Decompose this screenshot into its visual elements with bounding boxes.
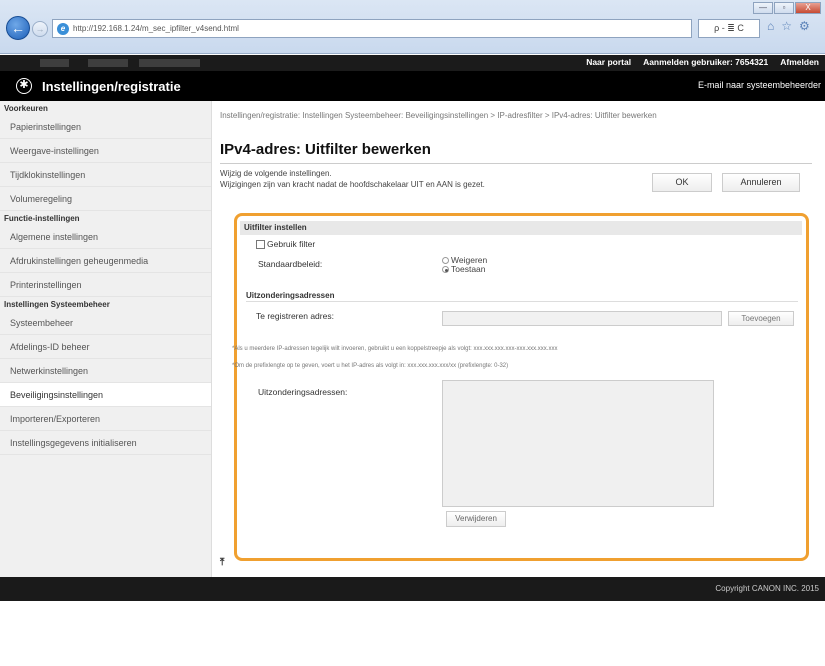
breadcrumb: Instellingen/registratie: Instellingen S… [220, 111, 657, 120]
favorites-star-icon[interactable]: ☆ [781, 19, 792, 33]
mail-admin-link[interactable]: E-mail naar systeembeheerder [698, 80, 821, 90]
logout-link[interactable]: Afmelden [780, 57, 819, 67]
page-title: IPv4-adres: Uitfilter bewerken [220, 141, 431, 158]
app-header: ✱ Instellingen/registratie E-mail naar s… [0, 71, 825, 101]
intro-line-2: Wijzigingen zijn van kracht nadat de hoo… [220, 180, 485, 189]
title-divider [220, 163, 812, 164]
top-strip: Naar portal Aanmelden gebruiker: 7654321… [0, 55, 825, 71]
cancel-button[interactable]: Annuleren [722, 173, 800, 192]
login-user-text: Aanmelden gebruiker: 7654321 [643, 57, 769, 67]
sidebar-item-printer[interactable]: Printerinstellingen [0, 273, 211, 297]
exceptions-subheader: Uitzonderingsadressen [246, 291, 335, 300]
sidebar-item-import-export[interactable]: Importeren/Exporteren [0, 407, 211, 431]
address-bar[interactable]: e http://192.168.1.24/m_sec_ipfilter_v4s… [52, 19, 692, 38]
add-button[interactable]: Toevoegen [728, 311, 794, 326]
sidebar-item-algemeen[interactable]: Algemene instellingen [0, 225, 211, 249]
maximize-button[interactable]: ▫ [774, 2, 794, 14]
sidebar-item-tijdklok[interactable]: Tijdklokinstellingen [0, 163, 211, 187]
app-title: Instellingen/registratie [42, 79, 181, 94]
sidebar-item-weergave[interactable]: Weergave-instellingen [0, 139, 211, 163]
back-arrow-icon[interactable]: ← [6, 16, 30, 40]
intro-text: Wijzig de volgende instellingen. Wijzigi… [220, 168, 485, 190]
sidebar-item-afdruk-geheugenmedia[interactable]: Afdrukinstellingen geheugenmedia [0, 249, 211, 273]
exceptions-divider [246, 301, 798, 302]
settings-gear-icon[interactable]: ⚙ [799, 19, 810, 33]
settings-icon: ✱ [16, 78, 32, 94]
ie-logo-icon: e [57, 23, 69, 35]
sidebar-item-netwerk[interactable]: Netwerkinstellingen [0, 359, 211, 383]
delete-button[interactable]: Verwijderen [446, 511, 506, 527]
ok-button[interactable]: OK [652, 173, 712, 192]
register-address-label: Te registreren adres: [256, 311, 334, 321]
main-content: Instellingen/registratie: Instellingen S… [212, 101, 825, 577]
default-policy-options: Weigeren Toestaan [442, 256, 487, 274]
default-policy-label: Standaardbeleid: [258, 259, 323, 269]
range-note: *Als u meerdere IP-adressen tegelijk wil… [232, 346, 558, 352]
use-filter-label: Gebruik filter [267, 239, 316, 249]
policy-option-toestaan[interactable]: Toestaan [442, 265, 487, 274]
sidebar-item-volume[interactable]: Volumeregeling [0, 187, 211, 211]
browser-icons: ⌂ ☆ ⚙ [767, 19, 810, 33]
sidebar-item-beveiliging[interactable]: Beveiligingsinstellingen [0, 383, 211, 407]
back-to-top-icon[interactable]: ⤒ [220, 557, 224, 568]
checkbox-box[interactable] [256, 239, 265, 249]
product-logo [40, 59, 200, 67]
copyright-text: Copyright CANON INC. 2015 [715, 584, 819, 593]
url-text: http://192.168.1.24/m_sec_ipfilter_v4sen… [73, 24, 239, 33]
radio-weigeren[interactable] [442, 257, 449, 265]
sidebar-item-afdelings-id[interactable]: Afdelings-ID beheer [0, 335, 211, 359]
minimize-button[interactable]: — [753, 2, 773, 14]
register-address-input[interactable] [442, 311, 722, 326]
footer: Copyright CANON INC. 2015 [0, 577, 825, 601]
sidebar-item-systeembeheer[interactable]: Systeembeheer [0, 311, 211, 335]
radio-toestaan[interactable] [442, 266, 449, 274]
exceptions-list-label: Uitzonderingsadressen: [258, 387, 348, 397]
forward-arrow-icon[interactable]: → [32, 21, 48, 37]
sidebar-section-title: Functie-instellingen [4, 214, 80, 223]
intro-line-1: Wijzig de volgende instellingen. [220, 169, 332, 178]
portal-link[interactable]: Naar portal [586, 57, 631, 67]
exceptions-list[interactable] [442, 380, 714, 507]
close-window-button[interactable]: X [795, 2, 821, 14]
sidebar-item-papier[interactable]: Papierinstellingen [0, 115, 211, 139]
home-icon[interactable]: ⌂ [767, 19, 774, 33]
sidebar-section-title: Voorkeuren [4, 104, 48, 113]
prefix-note: *Om de prefixlengte op te geven, voert u… [232, 363, 509, 369]
use-filter-checkbox[interactable]: Gebruik filter [256, 239, 315, 249]
browser-toolbar: — ▫ X ← → e http://192.168.1.24/m_sec_ip… [0, 0, 825, 54]
navigation-row: ← → e http://192.168.1.24/m_sec_ipfilter… [2, 16, 822, 42]
filter-settings-header: Uitfilter instellen [240, 221, 802, 235]
address-tools[interactable]: ρ - ≣ C [698, 19, 760, 38]
sidebar-section-title: Instellingen Systeembeheer [4, 300, 110, 309]
sidebar: Voorkeuren Papierinstellingen Weergave-i… [0, 101, 212, 577]
sidebar-item-initialiseren[interactable]: Instellingsgegevens initialiseren [0, 431, 211, 455]
window-controls: — ▫ X [753, 2, 821, 14]
top-links: Naar portal Aanmelden gebruiker: 7654321… [586, 57, 819, 67]
